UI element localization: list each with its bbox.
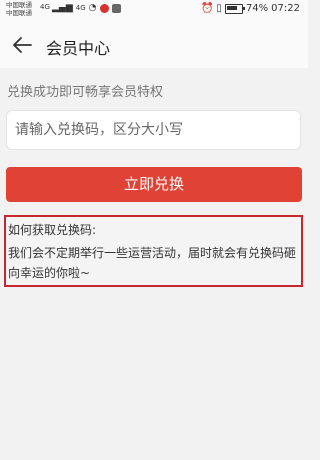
carrier-2: 中国联通 bbox=[6, 9, 32, 17]
vibrate-icon: ▯ bbox=[216, 3, 222, 14]
status-bar: 中国联通 中国联通 4G ▂▄▆ 4G ◔ ⏰ ▯ 74% 07:22 bbox=[0, 0, 308, 22]
signal-icon: ▂▄▆ bbox=[52, 3, 73, 13]
alarm-icon: ⏰ bbox=[200, 3, 214, 14]
redeem-hint: 兑换成功即可畅享会员特权 bbox=[7, 85, 164, 100]
carrier-1: 中国联通 bbox=[6, 1, 32, 9]
wifi-icon: ◔ bbox=[88, 3, 97, 13]
redeem-button[interactable]: 立即兑换 bbox=[6, 167, 302, 202]
help-title: 如何获取兑换码: bbox=[8, 223, 97, 237]
signal-2-label: 4G bbox=[75, 4, 86, 12]
battery-percent: 74% bbox=[245, 3, 269, 14]
signal-1-label: 4G bbox=[40, 3, 50, 11]
back-button[interactable] bbox=[10, 33, 34, 57]
message-icon bbox=[111, 3, 121, 13]
code-input-container bbox=[6, 110, 301, 150]
status-left-icons: ▂▄▆ 4G ◔ bbox=[52, 3, 121, 13]
page-title: 会员中心 bbox=[46, 39, 111, 58]
arrow-left-icon bbox=[13, 37, 32, 53]
clock: 07:22 bbox=[271, 3, 300, 14]
carrier-labels: 中国联通 中国联通 bbox=[6, 1, 32, 17]
battery-icon bbox=[224, 3, 245, 14]
app-header: 会员中心 bbox=[0, 22, 308, 68]
app-notification-icon bbox=[99, 3, 109, 13]
help-text: 我们会不定期举行一些运营活动，届时就会有兑换码砸向幸运的你啦~ bbox=[8, 246, 297, 280]
redeem-code-input[interactable] bbox=[7, 111, 300, 149]
help-box: 如何获取兑换码: 我们会不定期举行一些运营活动，届时就会有兑换码砸向幸运的你啦~ bbox=[4, 215, 303, 287]
status-right: ⏰ ▯ 74% 07:22 bbox=[201, 3, 300, 14]
